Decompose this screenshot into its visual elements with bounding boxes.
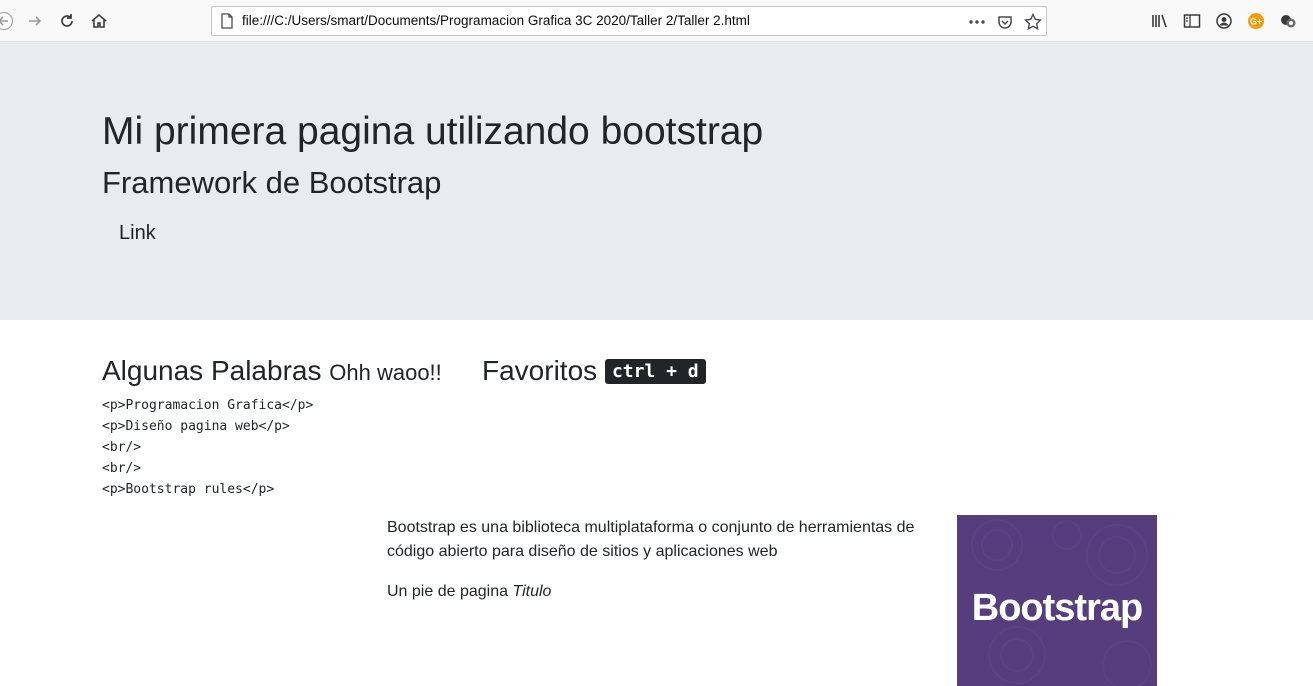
heading-small-text: Ohh waoo!! [329, 360, 442, 385]
logo-text: Bootstrap [971, 587, 1143, 629]
section-heading-text: Favoritos [482, 355, 598, 386]
jumbotron: Mi primera pagina utilizando bootstrap F… [0, 42, 1313, 320]
reload-icon[interactable] [55, 9, 79, 33]
jumbotron-link[interactable]: Link [119, 222, 156, 245]
footer-cite: Titulo [512, 583, 552, 600]
code-line: <p>Bootstrap rules</p> [102, 482, 275, 497]
keyboard-shortcut: ctrl + d [604, 359, 706, 384]
home-icon[interactable] [87, 9, 111, 33]
more-icon[interactable] [967, 12, 987, 32]
library-icon[interactable] [1148, 9, 1172, 33]
account-icon[interactable] [1212, 9, 1236, 33]
page-icon [219, 13, 235, 29]
pocket-icon[interactable] [995, 12, 1015, 32]
extension-icon[interactable]: G+ [1244, 9, 1268, 33]
section-heading-text: Algunas Palabras [102, 355, 322, 386]
extension-label: G+ [1250, 17, 1262, 27]
description-text: Bootstrap es una biblioteca multiplatafo… [387, 519, 915, 560]
url-text[interactable]: file:///C:/Users/smart/Documents/Program… [242, 13, 750, 28]
extension-icon[interactable] [1276, 9, 1300, 33]
section-heading-algunas: Algunas Palabras Ohh waoo!! [102, 355, 442, 387]
page-subtitle: Framework de Bootstrap [102, 165, 442, 200]
code-line: <p>Programacion Grafica</p> [102, 398, 314, 413]
code-line: <br/> [102, 461, 142, 476]
url-bar[interactable]: file:///C:/Users/smart/Documents/Program… [211, 6, 1047, 36]
page-title: Mi primera pagina utilizando bootstrap [102, 110, 764, 153]
code-line: <br/> [102, 440, 142, 455]
section-heading-favoritos: Favoritos ctrl + d [482, 355, 706, 387]
code-line: <p>Diseño pagina web</p> [102, 419, 290, 434]
bootstrap-logo-image: Bootstrap [957, 515, 1157, 686]
code-block: <p>Programacion Grafica</p> <p>Diseño pag… [102, 395, 313, 500]
sidebar-icon[interactable] [1180, 9, 1204, 33]
forward-arrow-icon[interactable] [23, 9, 47, 33]
star-icon[interactable] [1023, 12, 1043, 32]
footer-prefix: Un pie de pagina [387, 583, 508, 600]
blockquote-footer: Un pie de pagina Titulo [387, 580, 551, 604]
browser-toolbar: file:///C:/Users/smart/Documents/Program… [0, 0, 1313, 42]
back-arrow-icon[interactable] [0, 9, 16, 33]
